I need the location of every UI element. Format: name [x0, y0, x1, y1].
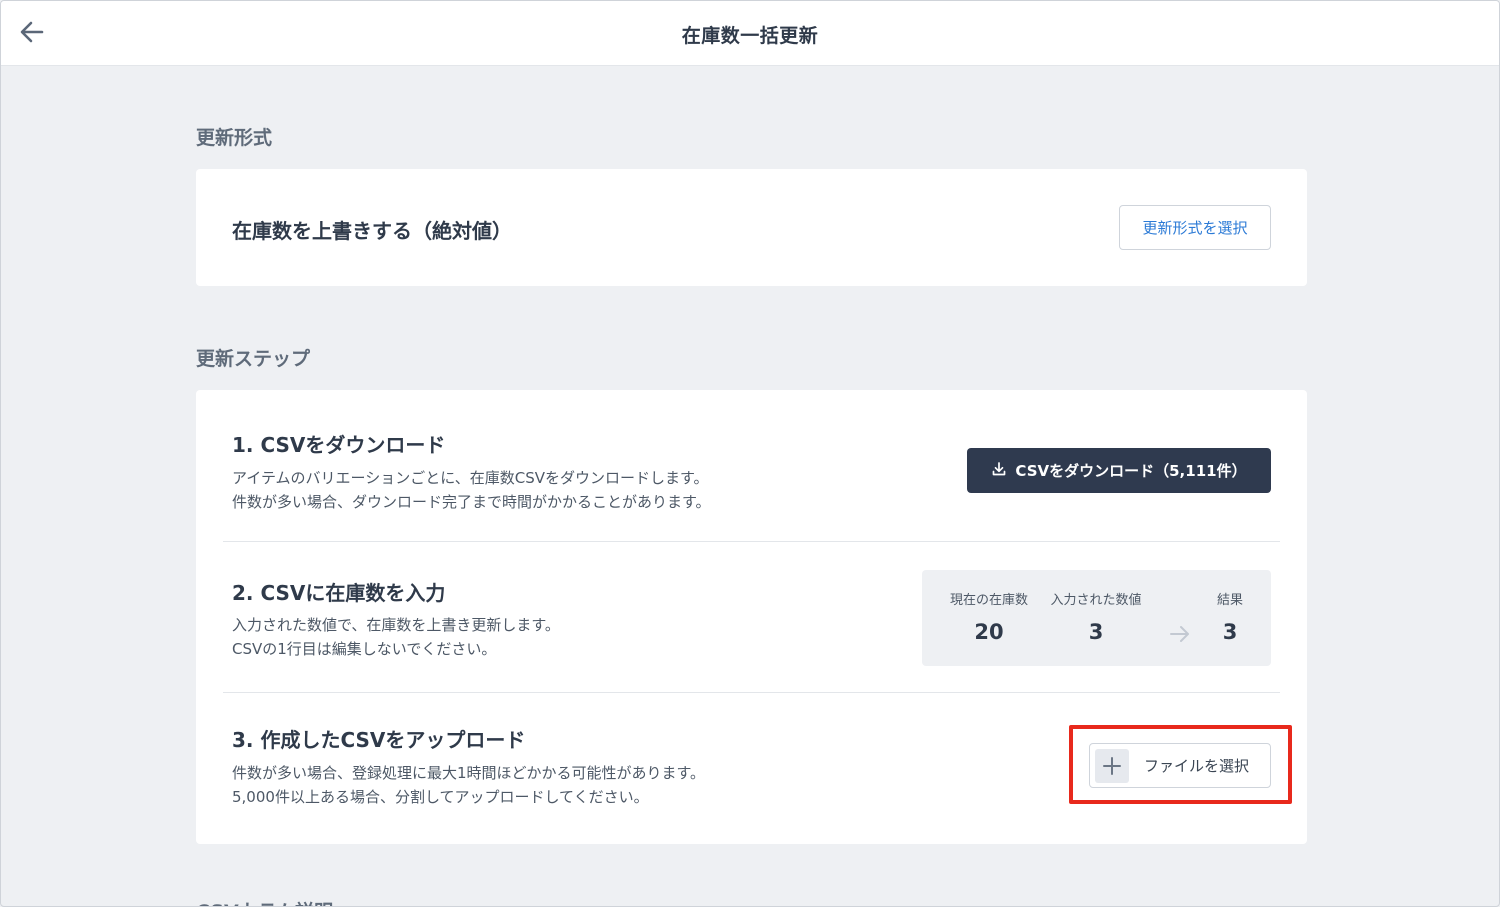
select-update-format-button[interactable]: 更新形式を選択 — [1119, 205, 1271, 250]
step-2-title: 2. CSVに在庫数を入力 — [232, 581, 446, 605]
step-3-title: 3. 作成したCSVをアップロード — [232, 728, 526, 752]
highlight-box — [1069, 725, 1292, 804]
step-1-desc-line: アイテムのバリエーションごとに、在庫数CSVをダウンロードします。 — [232, 469, 709, 487]
step-1-title: 1. CSVをダウンロード — [232, 433, 446, 457]
step-3-desc-line: 件数が多い場合、登録処理に最大1時間ほどかかる可能性があります。 — [232, 764, 706, 782]
step-2-description: 入力された数値で、在庫数を上書き更新します。 CSVの1行目は編集しないでくださ… — [232, 613, 560, 661]
example-result-label: 結果 — [1216, 593, 1244, 608]
update-format-card: 在庫数を上書きする（絶対値） 更新形式を選択 — [196, 169, 1307, 286]
step-2-desc-line: CSVの1行目は編集しないでください。 — [232, 640, 497, 658]
divider — [223, 541, 1280, 542]
divider — [223, 692, 1280, 693]
input-example-box: 現在の在庫数 20 入力された数値 3 結果 3 — [922, 570, 1271, 666]
arrow-right-icon — [1168, 622, 1192, 650]
section-label-update-steps: 更新ステップ — [196, 348, 311, 370]
step-3-description: 件数が多い場合、登録処理に最大1時間ほどかかる可能性があります。 5,000件以… — [232, 761, 705, 809]
section-label-csv-columns: CSVカラム説明 — [196, 897, 333, 906]
top-bar: 在庫数一括更新 — [1, 1, 1499, 66]
step-2-desc-line: 入力された数値で、在庫数を上書き更新します。 — [232, 616, 560, 634]
step-3-desc-line: 5,000件以上ある場合、分割してアップロードしてください。 — [232, 788, 649, 806]
example-input-value: 3 — [1088, 620, 1104, 644]
download-csv-label: CSVをダウンロード（5,111件） — [1015, 462, 1247, 480]
example-input-value-label: 入力された数値 — [1050, 593, 1142, 608]
app-window: 在庫数一括更新 更新形式 在庫数を上書きする（絶対値） 更新形式を選択 更新ステ… — [0, 0, 1500, 907]
step-1-desc-line: 件数が多い場合、ダウンロード完了まで時間がかかることがあります。 — [232, 493, 711, 511]
example-current-stock-label: 現在の在庫数 — [949, 593, 1029, 608]
section-label-update-format: 更新形式 — [196, 127, 273, 149]
example-result-value: 3 — [1222, 620, 1238, 644]
download-icon — [991, 461, 1007, 481]
download-csv-button[interactable]: CSVをダウンロード（5,111件） — [967, 448, 1271, 493]
current-update-format: 在庫数を上書きする（絶対値） — [232, 219, 512, 243]
page-title: 在庫数一括更新 — [681, 25, 819, 47]
example-current-stock-value: 20 — [974, 620, 1004, 644]
step-1-description: アイテムのバリエーションごとに、在庫数CSVをダウンロードします。 件数が多い場… — [232, 466, 711, 514]
